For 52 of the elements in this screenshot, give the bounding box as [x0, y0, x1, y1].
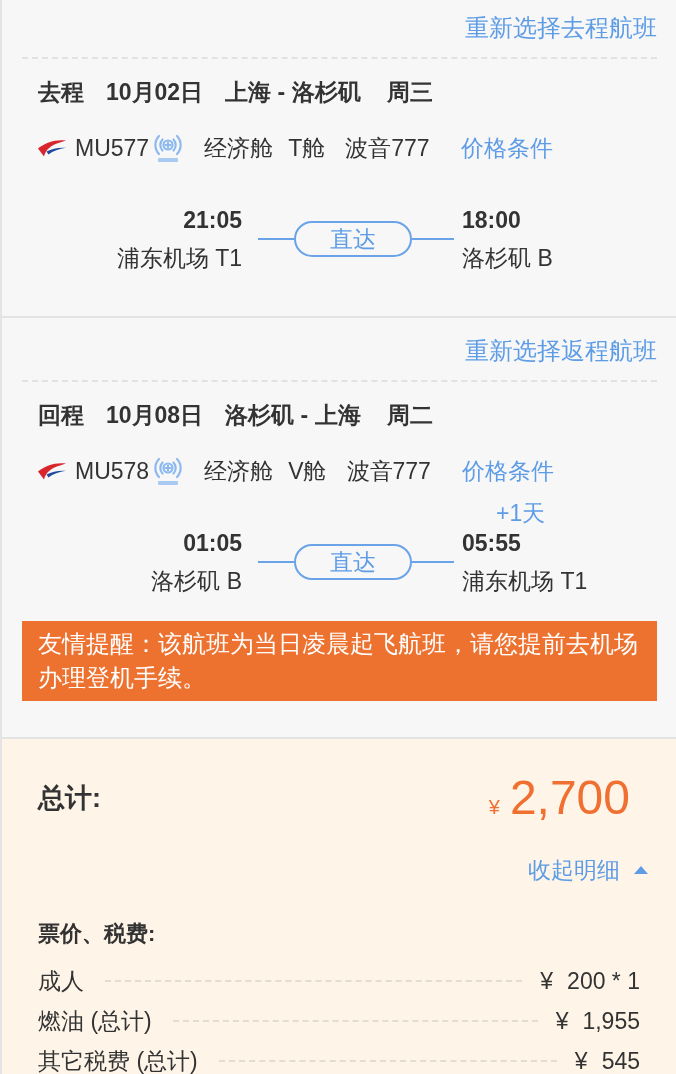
arrival-time: 05:55: [462, 529, 522, 557]
fee-label: 其它税费 (总计): [38, 1047, 198, 1074]
flight-number: MU578: [75, 457, 150, 485]
route-line: [412, 238, 454, 240]
cabin-class: 经济舱: [204, 134, 274, 162]
total-price: 2,700: [509, 770, 630, 826]
departure-airport: 洛杉矶 B: [150, 567, 242, 595]
fee-label: 成人: [38, 967, 84, 995]
route-line: [258, 238, 294, 240]
trip-weekday: 周三: [386, 78, 433, 106]
currency-symbol: ¥: [555, 1007, 569, 1035]
aircraft-type: 波音777: [346, 457, 431, 485]
price-conditions-link[interactable]: 价格条件: [461, 457, 554, 485]
flight-number: MU577: [75, 134, 150, 162]
route-line: [412, 561, 454, 563]
airline-logo-icon: [38, 139, 66, 157]
trip-weekday: 周二: [386, 401, 433, 429]
trip-direction: 回程: [38, 401, 84, 429]
trip-route: 洛杉矶 - 上海: [225, 401, 361, 429]
currency-symbol: ¥: [488, 795, 500, 820]
trip-date: 10月02日: [106, 78, 204, 106]
airline-logo-icon: [38, 462, 66, 480]
trip-route: 上海 - 洛杉矶: [225, 78, 361, 106]
booking-class: V舱: [288, 457, 327, 485]
aircraft-type: 波音777: [345, 134, 430, 162]
total-label: 总计:: [38, 782, 101, 815]
arrival-airport: 洛杉矶 B: [462, 244, 553, 272]
trip-direction: 去程: [38, 78, 84, 106]
fee-amount: 200 * 1: [567, 967, 640, 995]
currency-symbol: ¥: [574, 1047, 588, 1074]
nonstop-badge: 直达: [294, 544, 412, 580]
route-line: [258, 561, 294, 563]
arrival-time: 18:00: [462, 206, 522, 234]
currency-symbol: ¥: [540, 967, 554, 995]
price-conditions-link[interactable]: 价格条件: [460, 134, 553, 162]
next-day-label: +1天: [496, 499, 546, 527]
fee-label: 燃油 (总计): [38, 1007, 152, 1035]
departure-time: 21:05: [182, 206, 242, 234]
breakdown-title: 票价、税费:: [38, 920, 157, 948]
fee-amount: 1,955: [582, 1007, 640, 1035]
booking-class: T舱: [288, 134, 326, 162]
cabin-class: 经济舱: [204, 457, 274, 485]
notice-banner: 友情提醒：该航班为当日凌晨起飞航班，请您提前去机场办理登机手续。: [22, 621, 657, 701]
collapse-details-button[interactable]: 收起明细: [528, 856, 648, 884]
trip-date: 10月08日: [106, 401, 204, 429]
departure-airport: 浦东机场 T1: [115, 244, 242, 272]
departure-time: 01:05: [182, 529, 242, 557]
change-flight-link[interactable]: 重新选择去程航班: [465, 14, 657, 41]
nonstop-badge: 直达: [294, 221, 412, 257]
change-flight-link[interactable]: 重新选择返程航班: [465, 337, 657, 364]
arrival-airport: 浦东机场 T1: [462, 567, 588, 595]
fee-amount: 545: [601, 1047, 640, 1074]
